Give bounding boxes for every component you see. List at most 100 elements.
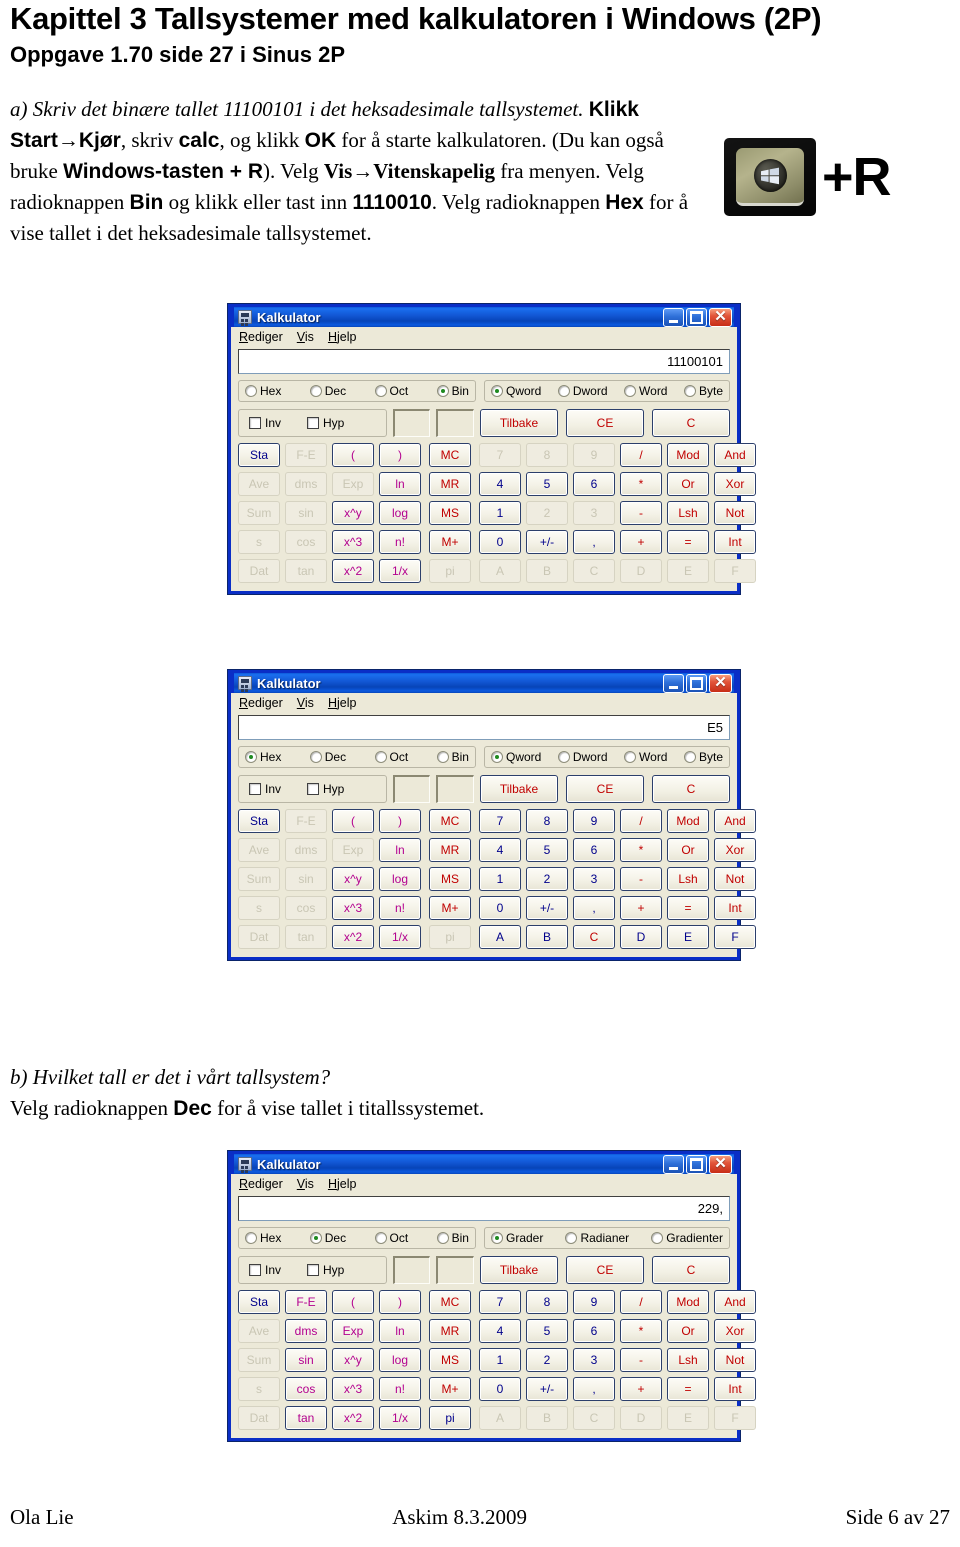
checkbox-hyp[interactable]: Hyp (307, 782, 344, 796)
key-Int[interactable]: Int (714, 1377, 756, 1401)
key-MS[interactable]: MS (429, 867, 471, 891)
display-field[interactable]: 229, (238, 1196, 730, 1221)
key-M[interactable]: M+ (429, 1377, 471, 1401)
key-MR[interactable]: MR (429, 838, 471, 862)
key-And[interactable]: And (714, 809, 756, 833)
key-divide[interactable]: / (620, 443, 662, 467)
display-field[interactable]: 11100101 (238, 349, 730, 374)
key-x2[interactable]: x^2 (332, 559, 374, 583)
key-D[interactable]: D (620, 925, 662, 949)
key-FE[interactable]: F-E (285, 1290, 327, 1314)
key-+divide-[interactable]: +/- (526, 896, 568, 920)
key-5[interactable]: 5 (526, 1319, 568, 1343)
key-F[interactable]: F (714, 925, 756, 949)
key-0[interactable]: 0 (479, 1377, 521, 1401)
minimize-button[interactable] (663, 307, 684, 327)
close-button[interactable]: ✕ (709, 673, 732, 693)
button-c[interactable]: C (652, 775, 730, 803)
key-comma[interactable]: , (573, 1377, 615, 1401)
key-MC[interactable]: MC (429, 443, 471, 467)
key-Sta[interactable]: Sta (238, 443, 280, 467)
key-comma[interactable]: , (573, 896, 615, 920)
key-2[interactable]: 2 (526, 867, 568, 891)
key-Mod[interactable]: Mod (667, 809, 709, 833)
radio-byte[interactable]: Byte (682, 384, 725, 398)
minimize-button[interactable] (663, 1154, 684, 1174)
checkbox-hyp[interactable]: Hyp (307, 416, 344, 430)
key-x3[interactable]: x^3 (332, 896, 374, 920)
key-Not[interactable]: Not (714, 501, 756, 525)
key-Or[interactable]: Or (667, 838, 709, 862)
key-MS[interactable]: MS (429, 1348, 471, 1372)
key-n[interactable]: n! (379, 530, 421, 554)
key-x3[interactable]: x^3 (332, 530, 374, 554)
key-B[interactable]: B (526, 925, 568, 949)
key-[interactable]: ( (332, 443, 374, 467)
radio-word[interactable]: Word (622, 384, 669, 398)
key-6[interactable]: 6 (573, 1319, 615, 1343)
key-9[interactable]: 9 (573, 1290, 615, 1314)
key-Or[interactable]: Or (667, 472, 709, 496)
key-M[interactable]: M+ (429, 530, 471, 554)
radio-radianer[interactable]: Radianer (563, 1231, 631, 1245)
key-+divide-[interactable]: +/- (526, 1377, 568, 1401)
radio-base-bin[interactable]: Bin (435, 1231, 471, 1245)
minimize-button[interactable] (663, 673, 684, 693)
key-1[interactable]: 1 (479, 1348, 521, 1372)
key-n[interactable]: n! (379, 1377, 421, 1401)
menu-item-vis[interactable]: Vis (297, 330, 314, 344)
key-equals[interactable]: = (667, 1377, 709, 1401)
button-ce[interactable]: CE (566, 409, 644, 437)
key-8[interactable]: 8 (526, 1290, 568, 1314)
key-divide[interactable]: / (620, 809, 662, 833)
key-+divide-[interactable]: +/- (526, 530, 568, 554)
button-ce[interactable]: CE (566, 775, 644, 803)
menu-item-rediger[interactable]: Rediger (239, 696, 283, 710)
key-3[interactable]: 3 (573, 1348, 615, 1372)
key-ln[interactable]: ln (379, 1319, 421, 1343)
maximize-button[interactable] (686, 673, 707, 693)
key-Xor[interactable]: Xor (714, 1319, 756, 1343)
key-3[interactable]: 3 (573, 867, 615, 891)
key-minus[interactable]: - (620, 1348, 662, 1372)
key-MC[interactable]: MC (429, 1290, 471, 1314)
key-multiply[interactable]: * (620, 838, 662, 862)
radio-grader[interactable]: Grader (489, 1231, 545, 1245)
key-[interactable]: ( (332, 809, 374, 833)
key-xy[interactable]: x^y (332, 867, 374, 891)
key-A[interactable]: A (479, 925, 521, 949)
key-8[interactable]: 8 (526, 809, 568, 833)
button-ce[interactable]: CE (566, 1256, 644, 1284)
key-multiply[interactable]: * (620, 472, 662, 496)
key-[interactable]: ) (379, 443, 421, 467)
key-2[interactable]: 2 (526, 1348, 568, 1372)
key-comma[interactable]: , (573, 530, 615, 554)
radio-base-oct[interactable]: Oct (373, 384, 411, 398)
radio-base-hex[interactable]: Hex (243, 384, 283, 398)
key-divide[interactable]: / (620, 1290, 662, 1314)
key-Not[interactable]: Not (714, 1348, 756, 1372)
key-5[interactable]: 5 (526, 472, 568, 496)
radio-base-bin[interactable]: Bin (435, 750, 471, 764)
radio-base-dec[interactable]: Dec (308, 384, 348, 398)
close-button[interactable]: ✕ (709, 1154, 732, 1174)
key-[interactable]: ) (379, 1290, 421, 1314)
key-M[interactable]: M+ (429, 896, 471, 920)
key-6[interactable]: 6 (573, 838, 615, 862)
key-MS[interactable]: MS (429, 501, 471, 525)
key-Lsh[interactable]: Lsh (667, 867, 709, 891)
key-plus[interactable]: + (620, 896, 662, 920)
menu-item-hjelp[interactable]: Hjelp (328, 330, 357, 344)
radio-qword[interactable]: Qword (489, 750, 543, 764)
key-0[interactable]: 0 (479, 896, 521, 920)
key-[interactable]: ) (379, 809, 421, 833)
menu-item-vis[interactable]: Vis (297, 1177, 314, 1191)
key-1[interactable]: 1 (479, 867, 521, 891)
radio-base-dec[interactable]: Dec (308, 1231, 348, 1245)
key-minus[interactable]: - (620, 867, 662, 891)
key-x2[interactable]: x^2 (332, 1406, 374, 1430)
radio-base-dec[interactable]: Dec (308, 750, 348, 764)
key-6[interactable]: 6 (573, 472, 615, 496)
key-And[interactable]: And (714, 443, 756, 467)
key-4[interactable]: 4 (479, 838, 521, 862)
